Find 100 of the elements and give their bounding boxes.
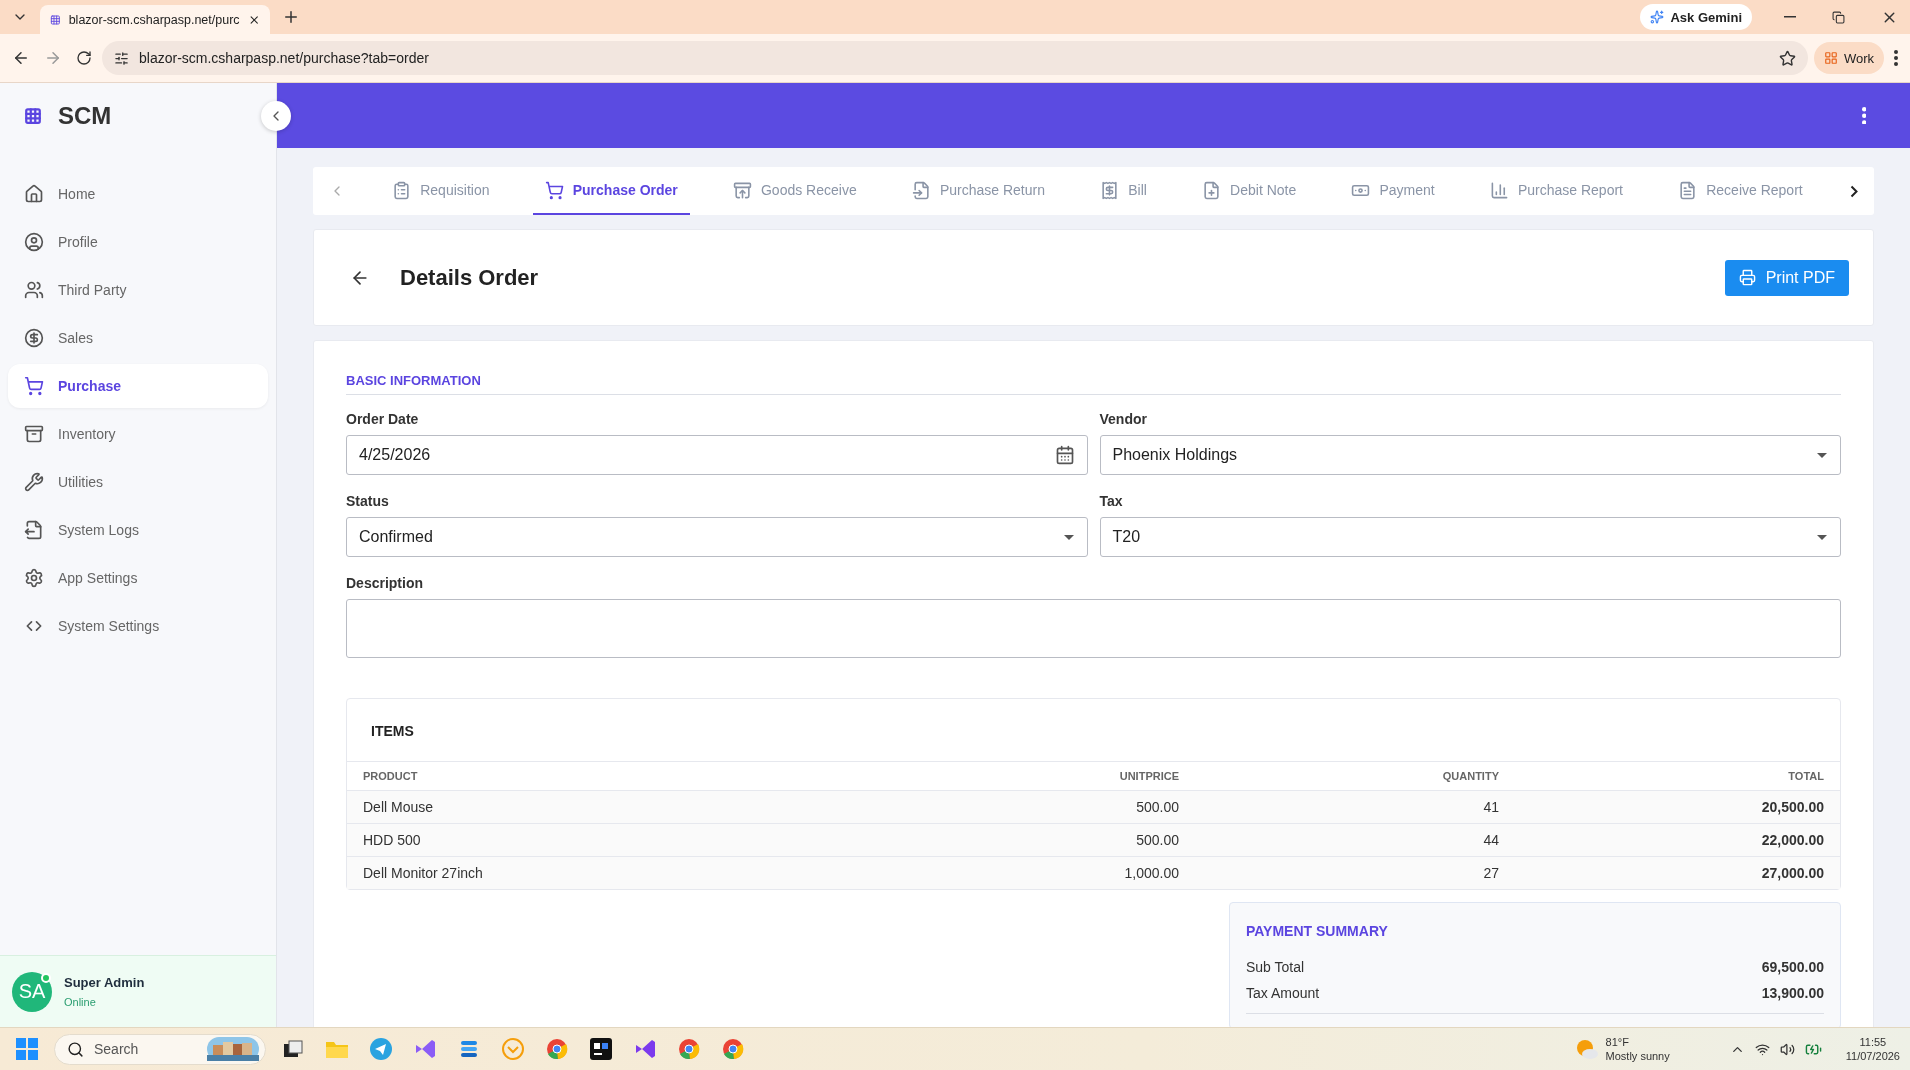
cart-icon	[24, 376, 44, 396]
profile-button[interactable]: Work	[1813, 42, 1884, 74]
grid-icon	[1823, 51, 1838, 65]
user-status: Online	[64, 996, 97, 1008]
user-avatar: SA	[12, 971, 52, 1012]
cart-icon	[544, 180, 564, 200]
field-label: Description	[346, 575, 424, 591]
plus-icon	[282, 8, 300, 26]
assistant-button[interactable]: Ask Gemini	[1640, 4, 1752, 30]
summary-label: Sub Total	[1246, 959, 1305, 975]
tab[interactable]: Payment	[1339, 167, 1447, 215]
field-label: Status	[346, 493, 390, 509]
dropdown-caret-icon	[1816, 451, 1828, 459]
house-icon	[24, 184, 44, 204]
summary-value: 69,500.00	[1761, 959, 1824, 975]
browser-tab[interactable]: blazor-scm.csharpasp.net/purc	[40, 5, 270, 34]
site-settings-icon[interactable]	[114, 50, 129, 66]
weather-condition: Mostly sunny	[1605, 1049, 1670, 1064]
field-label: Tax	[1099, 493, 1124, 509]
temperature: 81°F	[1605, 1034, 1630, 1049]
document-arrow-icon	[24, 520, 44, 540]
select-field[interactable]: Phoenix Holdings	[1099, 435, 1841, 475]
kebab-icon	[1861, 106, 1866, 125]
gear-icon	[24, 568, 44, 588]
printer-icon	[1738, 269, 1756, 286]
table-cell-text: 20,500.00	[1760, 799, 1824, 815]
tab[interactable]: Purchase Return	[899, 167, 1057, 215]
table-cell-text: 27,000.00	[1760, 865, 1824, 881]
arrow-right-icon	[44, 49, 62, 67]
description-field[interactable]	[346, 599, 1841, 658]
table-cell-text: 500.00	[1135, 832, 1179, 848]
field-label: Vendor	[1099, 411, 1148, 427]
bookmark-star-icon[interactable]	[1778, 49, 1796, 67]
user-circle-icon	[24, 232, 44, 252]
tab[interactable]: Debit Note	[1190, 167, 1309, 215]
address-field[interactable]: blazor-scm.csharpasp.net/purchase?tab=order	[139, 50, 429, 66]
tab[interactable]: Purchase Report	[1477, 167, 1635, 215]
sidebar-item[interactable]: Third Party	[8, 268, 268, 312]
sidebar-item[interactable]: Sales	[8, 316, 268, 360]
sidebar-item[interactable]: Home	[8, 172, 268, 216]
column-header: QUANTITY	[1441, 770, 1499, 782]
clock-time: 11:55	[1858, 1034, 1888, 1049]
sidebar-item[interactable]: Inventory	[8, 412, 268, 456]
tray-arrow-icon	[733, 180, 752, 200]
tab[interactable]: Bill	[1088, 167, 1159, 215]
calendar-icon	[1054, 445, 1075, 465]
document-arrow-icon	[911, 180, 931, 200]
dollar-icon	[24, 328, 44, 348]
column-header: PRODUCT	[363, 770, 419, 782]
people-icon	[24, 280, 44, 300]
page-title: Details Order	[400, 264, 540, 291]
minimize-icon	[1784, 16, 1796, 18]
sidebar-item[interactable]: System Logs	[8, 508, 268, 552]
search-field[interactable]: Search	[54, 1033, 266, 1065]
select-field[interactable]: Confirmed	[346, 517, 1088, 557]
kebab-icon	[1894, 50, 1898, 66]
table-cell-text: 27	[1482, 865, 1499, 881]
sparkle-icon	[1650, 10, 1665, 24]
archive-box-icon	[24, 424, 44, 444]
summary-label: Tax Amount	[1246, 985, 1320, 1001]
date-field[interactable]: 4/25/2026	[346, 435, 1088, 475]
user-name: Super Admin	[64, 975, 145, 990]
tab[interactable]: Purchase Order	[532, 167, 690, 215]
section-title: BASIC INFORMATION	[346, 373, 1841, 395]
select-field[interactable]: T20	[1099, 517, 1841, 557]
sidebar-item[interactable]: Purchase	[8, 364, 268, 408]
document-icon	[1678, 180, 1698, 200]
sidebar-item[interactable]: App Settings	[8, 556, 268, 600]
clock-date: 11/07/2026	[1845, 1049, 1900, 1064]
table-cell-text: Dell Mouse	[363, 799, 435, 815]
sidebar-item[interactable]: Profile	[8, 220, 268, 264]
grid-icon	[24, 106, 42, 125]
tab[interactable]: Requisition	[380, 167, 502, 215]
bar-chart-icon	[1489, 180, 1509, 200]
wifi-icon[interactable]	[1754, 1041, 1770, 1057]
search-icon	[67, 1040, 84, 1058]
table-cell-text: 22,000.00	[1760, 832, 1824, 848]
clipboard-icon	[392, 180, 412, 200]
print-button[interactable]: Print PDF	[1724, 259, 1849, 296]
summary-value: 13,900.00	[1761, 985, 1824, 1001]
tab[interactable]: Goods Receive	[721, 167, 869, 215]
grid-icon	[50, 13, 61, 26]
brand-name: SCM	[58, 101, 112, 130]
dropdown-caret-icon	[1816, 533, 1828, 541]
chevron-right-icon	[1849, 184, 1858, 198]
wrench-icon	[24, 472, 44, 492]
restore-icon	[1832, 10, 1845, 24]
tab[interactable]: Receive Report	[1666, 167, 1815, 215]
speaker-icon[interactable]	[1779, 1041, 1795, 1057]
table-cell-text: HDD 500	[363, 832, 422, 848]
sun-cloud-icon	[1575, 1038, 1598, 1060]
sidebar-item[interactable]: Utilities	[8, 460, 268, 504]
column-header: UNITPRICE	[1118, 770, 1179, 782]
section-title: ITEMS	[370, 722, 415, 741]
section-title: PAYMENT SUMMARY	[1246, 923, 1389, 939]
table-cell-text: 44	[1482, 832, 1499, 848]
table-cell-text: 500.00	[1135, 799, 1179, 815]
column-header: TOTAL	[1787, 770, 1824, 782]
dropdown-caret-icon	[1062, 533, 1075, 541]
sidebar-item[interactable]: System Settings	[8, 604, 268, 648]
